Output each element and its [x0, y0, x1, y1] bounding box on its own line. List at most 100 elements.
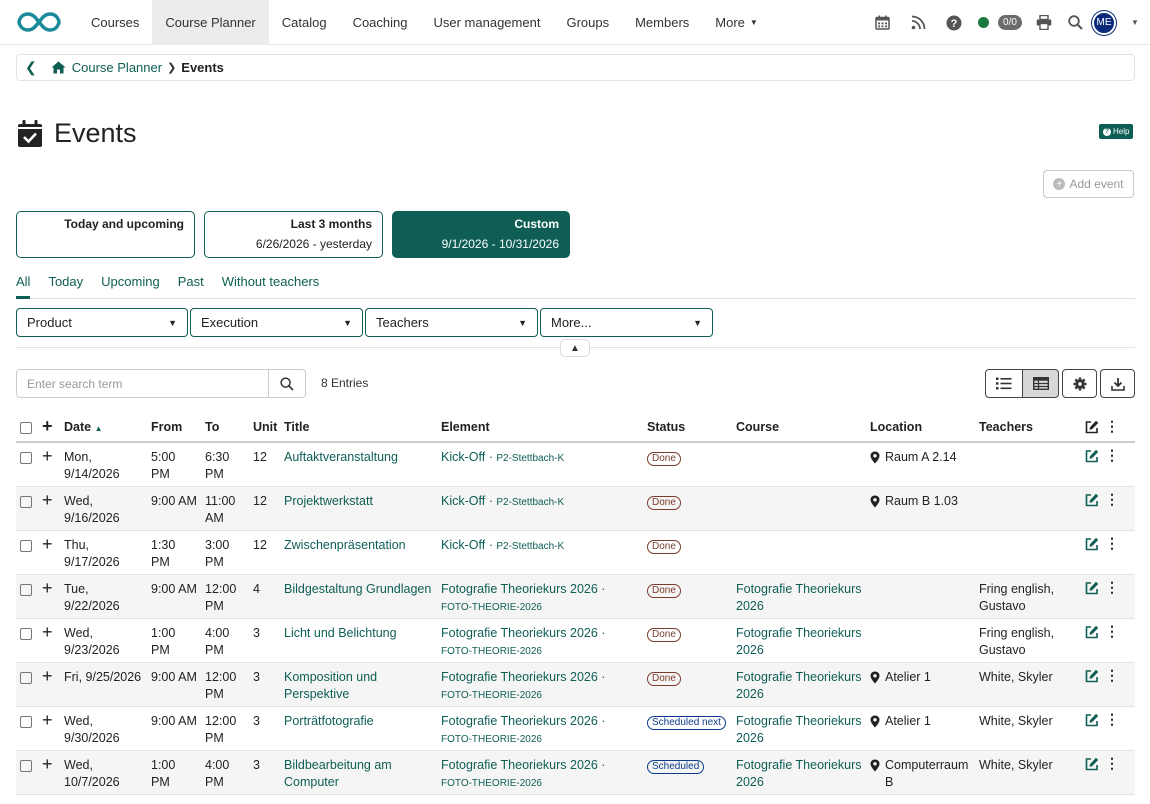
row-options-kebab-icon[interactable]: ⋮	[1105, 668, 1119, 682]
column-from[interactable]: From	[147, 412, 201, 443]
filter-more[interactable]: More... ▼	[540, 308, 713, 337]
row-expand-plus-icon[interactable]: +	[42, 622, 53, 642]
nav-item-courses[interactable]: Courses	[78, 0, 152, 45]
element-link[interactable]: Fotografie Theoriekurs 2026	[441, 714, 598, 728]
element-link[interactable]: Kick-Off	[441, 538, 485, 552]
column-location[interactable]: Location	[866, 412, 975, 443]
event-title-link[interactable]: Porträtfotografie	[284, 714, 374, 728]
tab-upcoming[interactable]: Upcoming	[101, 272, 160, 298]
notification-counter[interactable]: 0/0	[994, 0, 1026, 45]
row-checkbox[interactable]	[20, 627, 32, 640]
event-title-link[interactable]: Bildbearbeitung am Computer	[284, 758, 392, 789]
nav-more[interactable]: More ▼	[702, 0, 771, 45]
select-all-checkbox[interactable]	[20, 422, 32, 434]
back-chevron-icon[interactable]: ❮	[25, 59, 37, 76]
list-view-button[interactable]	[985, 369, 1023, 398]
edit-icon[interactable]	[1085, 713, 1099, 727]
element-link[interactable]: Kick-Off	[441, 494, 485, 508]
element-link[interactable]: Fotografie Theoriekurs 2026	[441, 626, 598, 640]
filter-teachers[interactable]: Teachers ▼	[365, 308, 538, 337]
course-link[interactable]: Fotografie Theoriekurs 2026	[736, 714, 862, 745]
column-course[interactable]: Course	[732, 412, 866, 443]
event-title-link[interactable]: Bildgestaltung Grundlagen	[284, 582, 431, 596]
nav-item-members[interactable]: Members	[622, 0, 702, 45]
nav-item-groups[interactable]: Groups	[553, 0, 622, 45]
rss-icon[interactable]	[900, 0, 936, 45]
element-link[interactable]: Fotografie Theoriekurs 2026	[441, 670, 598, 684]
element-link[interactable]: Kick-Off	[441, 450, 485, 464]
course-link[interactable]: Fotografie Theoriekurs 2026	[736, 582, 862, 613]
tab-today[interactable]: Today	[48, 272, 83, 298]
filter-product[interactable]: Product ▼	[16, 308, 188, 337]
row-options-kebab-icon[interactable]: ⋮	[1105, 712, 1119, 726]
download-button[interactable]	[1100, 369, 1135, 398]
column-teachers[interactable]: Teachers	[975, 412, 1081, 443]
tab-without-teachers[interactable]: Without teachers	[222, 272, 320, 298]
row-options-kebab-icon[interactable]: ⋮	[1105, 580, 1119, 594]
expand-all-plus-icon[interactable]: +	[42, 416, 53, 436]
column-title[interactable]: Title	[280, 412, 437, 443]
column-options-kebab-icon[interactable]: ⋮	[1105, 419, 1119, 433]
range-last-3-months[interactable]: Last 3 months 6/26/2026 - yesterday	[204, 211, 383, 258]
calendar-icon[interactable]	[864, 0, 900, 45]
row-checkbox[interactable]	[20, 715, 32, 728]
course-link[interactable]: Fotografie Theoriekurs 2026	[736, 758, 862, 789]
nav-item-catalog[interactable]: Catalog	[269, 0, 340, 45]
event-title-link[interactable]: Zwischenpräsentation	[284, 538, 406, 552]
edit-icon[interactable]	[1085, 449, 1099, 463]
event-title-link[interactable]: Licht und Belichtung	[284, 626, 397, 640]
row-expand-plus-icon[interactable]: +	[42, 710, 53, 730]
settings-button[interactable]	[1062, 369, 1097, 398]
row-options-kebab-icon[interactable]: ⋮	[1105, 624, 1119, 638]
edit-icon[interactable]	[1085, 669, 1099, 683]
event-title-link[interactable]: Projektwerkstatt	[284, 494, 373, 508]
home-icon[interactable]	[51, 61, 66, 74]
row-checkbox[interactable]	[20, 759, 32, 772]
help-circle-icon[interactable]: ?	[936, 0, 972, 45]
print-icon[interactable]	[1026, 0, 1062, 45]
row-options-kebab-icon[interactable]: ⋮	[1105, 536, 1119, 550]
row-expand-plus-icon[interactable]: +	[42, 666, 53, 686]
row-options-kebab-icon[interactable]: ⋮	[1105, 492, 1119, 506]
nav-item-coaching[interactable]: Coaching	[340, 0, 421, 45]
collapse-filters-button[interactable]: ▲	[560, 339, 590, 357]
row-expand-plus-icon[interactable]: +	[42, 754, 53, 774]
column-element[interactable]: Element	[437, 412, 643, 443]
column-status[interactable]: Status	[643, 412, 732, 443]
tab-past[interactable]: Past	[178, 272, 204, 298]
edit-icon[interactable]	[1085, 581, 1099, 595]
column-date[interactable]: Date ▲	[60, 412, 147, 443]
table-view-button[interactable]	[1022, 369, 1059, 398]
filter-execution[interactable]: Execution ▼	[190, 308, 363, 337]
search-icon[interactable]	[1062, 0, 1088, 45]
row-checkbox[interactable]	[20, 539, 32, 552]
event-title-link[interactable]: Komposition und Perspektive	[284, 670, 377, 701]
edit-icon[interactable]	[1085, 537, 1099, 551]
row-options-kebab-icon[interactable]: ⋮	[1105, 448, 1119, 462]
column-to[interactable]: To	[201, 412, 249, 443]
course-link[interactable]: Fotografie Theoriekurs 2026	[736, 626, 862, 657]
row-checkbox[interactable]	[20, 671, 32, 684]
breadcrumb-parent-link[interactable]: Course Planner	[72, 60, 162, 75]
user-avatar[interactable]: ME	[1088, 0, 1120, 45]
search-input[interactable]: Enter search term	[16, 369, 269, 398]
course-link[interactable]: Fotografie Theoriekurs 2026	[736, 670, 862, 701]
app-logo[interactable]	[0, 0, 78, 45]
edit-icon[interactable]	[1085, 757, 1099, 771]
row-expand-plus-icon[interactable]: +	[42, 534, 53, 554]
row-expand-plus-icon[interactable]: +	[42, 446, 53, 466]
edit-icon[interactable]	[1085, 420, 1099, 434]
tab-all[interactable]: All	[16, 272, 31, 299]
row-checkbox[interactable]	[20, 583, 32, 596]
row-expand-plus-icon[interactable]: +	[42, 490, 53, 510]
row-options-kebab-icon[interactable]: ⋮	[1105, 756, 1119, 770]
user-menu-caret-icon[interactable]: ▼	[1120, 0, 1150, 45]
column-unit[interactable]: Unit	[249, 412, 280, 443]
edit-icon[interactable]	[1085, 493, 1099, 507]
row-checkbox[interactable]	[20, 452, 32, 464]
help-button[interactable]: ? Help	[1099, 124, 1134, 139]
range-custom[interactable]: Custom 9/1/2026 - 10/31/2026	[392, 211, 570, 258]
range-today-upcoming[interactable]: Today and upcoming	[16, 211, 195, 258]
row-checkbox[interactable]	[20, 495, 32, 508]
nav-item-user-management[interactable]: User management	[421, 0, 554, 45]
